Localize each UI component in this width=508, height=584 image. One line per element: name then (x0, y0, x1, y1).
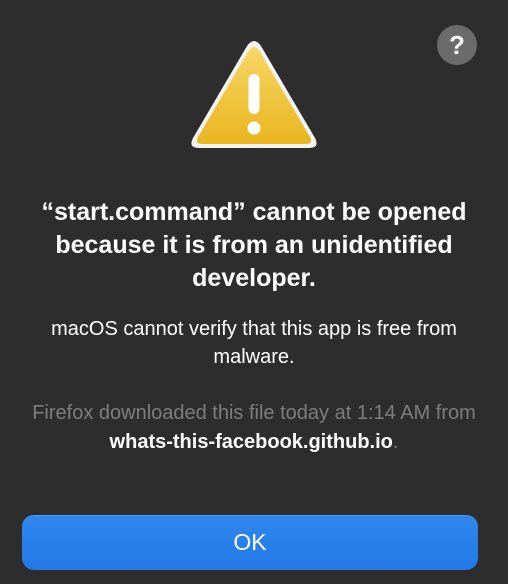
download-info-suffix: . (392, 431, 399, 453)
dialog-title: “start.command” cannot be opened because… (41, 198, 467, 292)
dialog-message: macOS cannot verify that this app is fre… (51, 318, 457, 368)
ok-button[interactable]: OK (22, 515, 478, 570)
download-info: Firefox downloaded this file today at 1:… (30, 399, 478, 457)
download-info-prefix: Firefox downloaded this file today at 1:… (32, 402, 476, 424)
warning-triangle-icon (191, 41, 317, 148)
download-source: whats-this-facebook.github.io (109, 431, 393, 453)
help-button[interactable]: ? (437, 25, 477, 65)
security-alert-dialog: ? “start.command” cannot be opened becau… (0, 0, 508, 584)
